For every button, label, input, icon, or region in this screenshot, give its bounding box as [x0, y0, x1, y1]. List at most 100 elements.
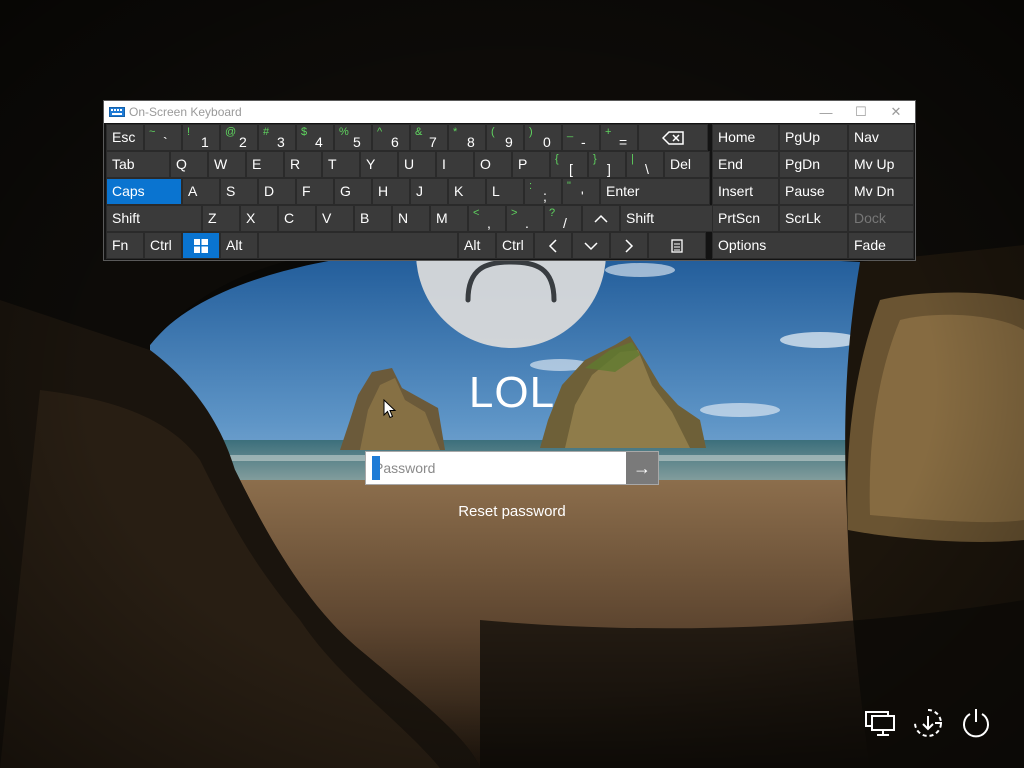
- key-c[interactable]: C: [278, 205, 316, 232]
- key-8[interactable]: * 8: [448, 124, 486, 151]
- key-end[interactable]: End: [712, 151, 779, 178]
- key-prtscn[interactable]: PrtScn: [712, 205, 779, 232]
- key-caps[interactable]: Caps: [106, 178, 182, 205]
- key-i[interactable]: I: [436, 151, 474, 178]
- key-5[interactable]: % 5: [334, 124, 372, 151]
- key-z[interactable]: Z: [202, 205, 240, 232]
- key-alt[interactable]: Alt: [458, 232, 496, 259]
- key-esc[interactable]: Esc: [106, 124, 144, 151]
- key-backtick[interactable]: ~ `: [144, 124, 182, 151]
- key-a[interactable]: A: [182, 178, 220, 205]
- key-del[interactable]: Del: [664, 151, 710, 178]
- key-insert[interactable]: Insert: [712, 178, 779, 205]
- key-p[interactable]: P: [512, 151, 550, 178]
- key-2[interactable]: @2: [220, 124, 258, 151]
- key-windows[interactable]: [182, 232, 220, 259]
- key-b[interactable]: B: [354, 205, 392, 232]
- key-label: Del: [670, 156, 692, 172]
- key-home[interactable]: Home: [712, 124, 779, 151]
- key-blank[interactable]: + =: [600, 124, 638, 151]
- key-f[interactable]: F: [296, 178, 334, 205]
- key-m[interactable]: M: [430, 205, 468, 232]
- key-blank[interactable]: ? /: [544, 205, 582, 232]
- key-blank[interactable]: _ -: [562, 124, 600, 151]
- key-label: K: [454, 183, 464, 199]
- key-space[interactable]: [258, 232, 458, 259]
- key-enter[interactable]: Enter: [600, 178, 710, 205]
- key-blank[interactable]: | \: [626, 151, 664, 178]
- key-g[interactable]: G: [334, 178, 372, 205]
- key-ctrl[interactable]: Ctrl: [496, 232, 534, 259]
- network-icon[interactable]: [863, 706, 897, 740]
- key-e[interactable]: E: [246, 151, 284, 178]
- key-blank[interactable]: }]: [588, 151, 626, 178]
- key-0[interactable]: ) 0: [524, 124, 562, 151]
- key-ctrl[interactable]: Ctrl: [144, 232, 182, 259]
- key-j[interactable]: J: [410, 178, 448, 205]
- key-d[interactable]: D: [258, 178, 296, 205]
- key-label: X: [246, 210, 256, 226]
- key-1[interactable]: ! 1: [182, 124, 220, 151]
- key-blank[interactable]: :;: [524, 178, 562, 205]
- key-pgdn[interactable]: PgDn: [779, 151, 848, 178]
- key-main-label: 1: [201, 134, 209, 150]
- key-blank[interactable]: " ': [562, 178, 600, 205]
- key-arrow-up[interactable]: [582, 205, 620, 232]
- key-arrow-left[interactable]: [534, 232, 572, 259]
- key-alt[interactable]: Alt: [220, 232, 258, 259]
- key-7[interactable]: & 7: [410, 124, 448, 151]
- key-pause[interactable]: Pause: [779, 178, 848, 205]
- key-y[interactable]: Y: [360, 151, 398, 178]
- key-label: Pause: [785, 183, 825, 199]
- key-n[interactable]: N: [392, 205, 430, 232]
- key-menu[interactable]: [648, 232, 706, 259]
- key-u[interactable]: U: [398, 151, 436, 178]
- close-button[interactable]: ✕: [876, 101, 916, 123]
- key-main-label: 7: [429, 134, 437, 150]
- power-icon[interactable]: [959, 706, 993, 740]
- password-input[interactable]: [366, 452, 626, 484]
- key-shift[interactable]: Shift: [106, 205, 202, 232]
- key-tab[interactable]: Tab: [106, 151, 170, 178]
- key-shift-label: &: [415, 126, 423, 138]
- key-s[interactable]: S: [220, 178, 258, 205]
- key-r[interactable]: R: [284, 151, 322, 178]
- key-arrow-down[interactable]: [572, 232, 610, 259]
- key-blank[interactable]: >.: [506, 205, 544, 232]
- key-scrlk[interactable]: ScrLk: [779, 205, 848, 232]
- key-9[interactable]: (9: [486, 124, 524, 151]
- key-pgup[interactable]: PgUp: [779, 124, 848, 151]
- key-w[interactable]: W: [208, 151, 246, 178]
- key-nav[interactable]: Nav: [848, 124, 914, 151]
- submit-button[interactable]: →: [626, 452, 658, 484]
- key-v[interactable]: V: [316, 205, 354, 232]
- key-backspace[interactable]: [638, 124, 708, 151]
- key-4[interactable]: $4: [296, 124, 334, 151]
- key-blank[interactable]: <,: [468, 205, 506, 232]
- key-label: M: [436, 210, 448, 226]
- key-arrow-right[interactable]: [610, 232, 648, 259]
- key-t[interactable]: T: [322, 151, 360, 178]
- key-o[interactable]: O: [474, 151, 512, 178]
- ease-of-access-icon[interactable]: [911, 706, 945, 740]
- minimize-button[interactable]: —: [806, 101, 846, 123]
- key-options[interactable]: Options: [712, 232, 848, 259]
- key-h[interactable]: H: [372, 178, 410, 205]
- key-3[interactable]: #3: [258, 124, 296, 151]
- key-fade[interactable]: Fade: [848, 232, 914, 259]
- key-label: E: [252, 156, 262, 172]
- reset-password-link[interactable]: Reset password: [412, 503, 612, 520]
- key-shift-label: ~: [149, 126, 156, 138]
- key-blank[interactable]: {[: [550, 151, 588, 178]
- key-fn[interactable]: Fn: [106, 232, 144, 259]
- key-mv-dn[interactable]: Mv Dn: [848, 178, 914, 205]
- key-k[interactable]: K: [448, 178, 486, 205]
- password-field-wrapper[interactable]: [366, 452, 626, 484]
- maximize-button[interactable]: ☐: [841, 101, 881, 123]
- key-6[interactable]: ^ 6: [372, 124, 410, 151]
- key-q[interactable]: Q: [170, 151, 208, 178]
- osk-titlebar[interactable]: On-Screen Keyboard — ☐ ✕: [104, 101, 915, 123]
- key-x[interactable]: X: [240, 205, 278, 232]
- key-l[interactable]: L: [486, 178, 524, 205]
- key-mv-up[interactable]: Mv Up: [848, 151, 914, 178]
